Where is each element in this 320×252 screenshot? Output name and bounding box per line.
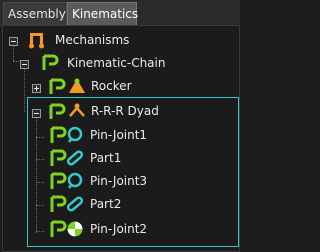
tree-item-kinematic-chain[interactable]: Kinematic-Chain [67,52,217,74]
chain-link-icon [49,103,66,119]
part-link-icon [66,196,84,212]
tree-item-part1[interactable]: Part1 [90,147,210,169]
chain-link-icon [49,78,66,94]
tree-connector [24,67,25,112]
tree-item-rrr-dyad[interactable]: R-R-R Dyad [91,100,211,122]
expand-toggle[interactable] [32,84,41,93]
tab-kinematics[interactable]: Kinematics [67,2,138,25]
tree-item-label: Pin-Joint3 [90,174,148,188]
pin-joint-icon [67,126,83,143]
ground-joint-icon [66,220,84,238]
collapse-toggle[interactable] [32,109,41,118]
pin-joint-icon [67,172,83,189]
collapse-toggle[interactable] [9,37,18,46]
tree-item-pin-joint2[interactable]: Pin-Joint2 [90,218,210,240]
tree-item-label: Pin-Joint1 [90,128,148,142]
tree-item-part2[interactable]: Part2 [90,193,210,215]
tree-item-label: R-R-R Dyad [91,104,159,118]
tree-item-label: Kinematic-Chain [67,56,166,70]
tree-item-label: Part2 [90,197,122,211]
tree-item-pin-joint1[interactable]: Pin-Joint1 [90,124,210,146]
tree-item-label: Mechanisms [55,33,130,47]
tree-item-label: Pin-Joint2 [90,222,148,236]
dyad-icon [69,103,85,117]
tab-bar: Assembly Kinematics [0,0,240,27]
tree-item-label: Rocker [91,79,132,93]
tree-item-mechanisms[interactable]: Mechanisms [55,29,205,51]
tree-item-label: Part1 [90,151,122,165]
part-link-icon [66,150,84,166]
mechanism-icon [29,33,44,49]
tree-panel: Mechanisms Kinematic-Chain Rocker R-R-R … [2,25,240,252]
rocker-icon [69,78,85,93]
tree-item-rocker[interactable]: Rocker [91,75,211,97]
collapse-toggle[interactable] [20,60,29,69]
tab-assembly[interactable]: Assembly [3,2,67,25]
chain-link-icon [42,54,59,70]
tree-item-pin-joint3[interactable]: Pin-Joint3 [90,170,210,192]
